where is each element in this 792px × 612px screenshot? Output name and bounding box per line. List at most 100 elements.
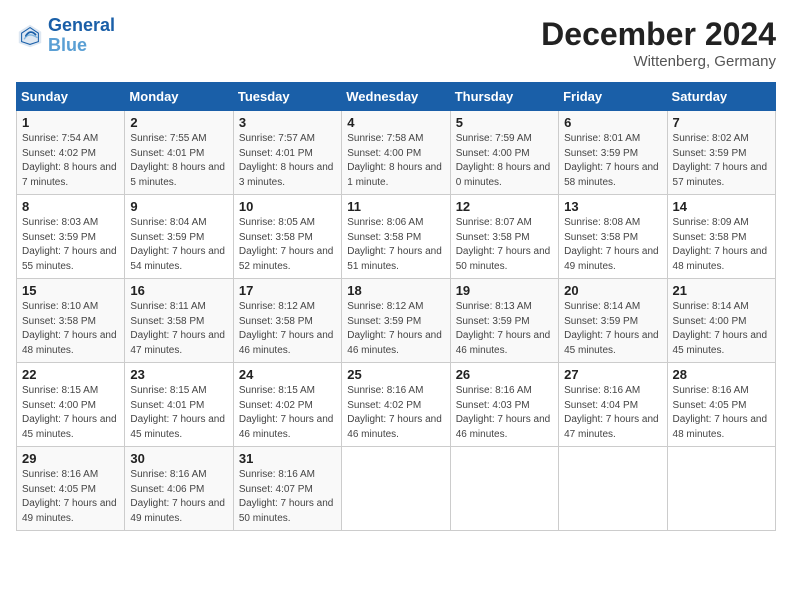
day-detail: Sunrise: 8:15 AMSunset: 4:01 PMDaylight:… xyxy=(130,385,225,440)
logo-text: GeneralBlue xyxy=(48,16,115,56)
calendar-day-cell: 29 Sunrise: 8:16 AMSunset: 4:05 PMDaylig… xyxy=(17,447,125,531)
calendar-day-cell: 2 Sunrise: 7:55 AMSunset: 4:01 PMDayligh… xyxy=(125,111,233,195)
calendar-week-row: 29 Sunrise: 8:16 AMSunset: 4:05 PMDaylig… xyxy=(17,447,776,531)
calendar-day-cell: 26 Sunrise: 8:16 AMSunset: 4:03 PMDaylig… xyxy=(450,363,558,447)
day-detail: Sunrise: 8:16 AMSunset: 4:03 PMDaylight:… xyxy=(456,385,551,440)
day-detail: Sunrise: 7:57 AMSunset: 4:01 PMDaylight:… xyxy=(239,133,334,188)
calendar-day-cell: 16 Sunrise: 8:11 AMSunset: 3:58 PMDaylig… xyxy=(125,279,233,363)
day-detail: Sunrise: 8:16 AMSunset: 4:04 PMDaylight:… xyxy=(564,385,659,440)
calendar-day-cell: 24 Sunrise: 8:15 AMSunset: 4:02 PMDaylig… xyxy=(233,363,341,447)
calendar-week-row: 8 Sunrise: 8:03 AMSunset: 3:59 PMDayligh… xyxy=(17,195,776,279)
day-detail: Sunrise: 8:15 AMSunset: 4:02 PMDaylight:… xyxy=(239,385,334,440)
calendar-day-cell: 1 Sunrise: 7:54 AMSunset: 4:02 PMDayligh… xyxy=(17,111,125,195)
day-detail: Sunrise: 8:15 AMSunset: 4:00 PMDaylight:… xyxy=(22,385,117,440)
day-detail: Sunrise: 8:16 AMSunset: 4:05 PMDaylight:… xyxy=(22,469,117,524)
calendar-day-cell: 31 Sunrise: 8:16 AMSunset: 4:07 PMDaylig… xyxy=(233,447,341,531)
day-number: 28 xyxy=(673,367,770,382)
day-detail: Sunrise: 8:16 AMSunset: 4:07 PMDaylight:… xyxy=(239,469,334,524)
day-detail: Sunrise: 8:14 AMSunset: 4:00 PMDaylight:… xyxy=(673,301,768,356)
logo-icon xyxy=(16,22,44,50)
day-number: 5 xyxy=(456,115,553,130)
day-detail: Sunrise: 7:58 AMSunset: 4:00 PMDaylight:… xyxy=(347,133,442,188)
day-detail: Sunrise: 8:16 AMSunset: 4:05 PMDaylight:… xyxy=(673,385,768,440)
day-number: 2 xyxy=(130,115,227,130)
calendar-day-cell: 9 Sunrise: 8:04 AMSunset: 3:59 PMDayligh… xyxy=(125,195,233,279)
day-number: 24 xyxy=(239,367,336,382)
calendar-day-cell: 4 Sunrise: 7:58 AMSunset: 4:00 PMDayligh… xyxy=(342,111,450,195)
calendar-day-cell: 27 Sunrise: 8:16 AMSunset: 4:04 PMDaylig… xyxy=(559,363,667,447)
weekday-header-sunday: Sunday xyxy=(17,83,125,111)
calendar-day-cell: 8 Sunrise: 8:03 AMSunset: 3:59 PMDayligh… xyxy=(17,195,125,279)
day-detail: Sunrise: 8:02 AMSunset: 3:59 PMDaylight:… xyxy=(673,133,768,188)
day-detail: Sunrise: 8:07 AMSunset: 3:58 PMDaylight:… xyxy=(456,217,551,272)
day-number: 18 xyxy=(347,283,444,298)
day-number: 20 xyxy=(564,283,661,298)
day-detail: Sunrise: 8:06 AMSunset: 3:58 PMDaylight:… xyxy=(347,217,442,272)
day-detail: Sunrise: 8:01 AMSunset: 3:59 PMDaylight:… xyxy=(564,133,659,188)
day-number: 22 xyxy=(22,367,119,382)
calendar-day-cell: 11 Sunrise: 8:06 AMSunset: 3:58 PMDaylig… xyxy=(342,195,450,279)
day-detail: Sunrise: 7:55 AMSunset: 4:01 PMDaylight:… xyxy=(130,133,225,188)
day-number: 30 xyxy=(130,451,227,466)
weekday-header-monday: Monday xyxy=(125,83,233,111)
weekday-header-friday: Friday xyxy=(559,83,667,111)
empty-cell xyxy=(342,447,450,531)
day-detail: Sunrise: 8:16 AMSunset: 4:02 PMDaylight:… xyxy=(347,385,442,440)
calendar-day-cell: 14 Sunrise: 8:09 AMSunset: 3:58 PMDaylig… xyxy=(667,195,775,279)
day-detail: Sunrise: 8:13 AMSunset: 3:59 PMDaylight:… xyxy=(456,301,551,356)
day-number: 11 xyxy=(347,199,444,214)
day-number: 23 xyxy=(130,367,227,382)
day-number: 10 xyxy=(239,199,336,214)
day-number: 3 xyxy=(239,115,336,130)
weekday-header-row: SundayMondayTuesdayWednesdayThursdayFrid… xyxy=(17,83,776,111)
calendar-day-cell: 25 Sunrise: 8:16 AMSunset: 4:02 PMDaylig… xyxy=(342,363,450,447)
day-number: 9 xyxy=(130,199,227,214)
calendar-day-cell: 17 Sunrise: 8:12 AMSunset: 3:58 PMDaylig… xyxy=(233,279,341,363)
calendar-day-cell: 10 Sunrise: 8:05 AMSunset: 3:58 PMDaylig… xyxy=(233,195,341,279)
calendar-day-cell: 28 Sunrise: 8:16 AMSunset: 4:05 PMDaylig… xyxy=(667,363,775,447)
calendar-week-row: 22 Sunrise: 8:15 AMSunset: 4:00 PMDaylig… xyxy=(17,363,776,447)
day-detail: Sunrise: 8:12 AMSunset: 3:58 PMDaylight:… xyxy=(239,301,334,356)
calendar-day-cell: 23 Sunrise: 8:15 AMSunset: 4:01 PMDaylig… xyxy=(125,363,233,447)
calendar-week-row: 15 Sunrise: 8:10 AMSunset: 3:58 PMDaylig… xyxy=(17,279,776,363)
calendar-day-cell: 19 Sunrise: 8:13 AMSunset: 3:59 PMDaylig… xyxy=(450,279,558,363)
day-detail: Sunrise: 8:09 AMSunset: 3:58 PMDaylight:… xyxy=(673,217,768,272)
day-number: 16 xyxy=(130,283,227,298)
title-block: December 2024 Wittenberg, Germany xyxy=(541,16,776,70)
calendar-day-cell: 21 Sunrise: 8:14 AMSunset: 4:00 PMDaylig… xyxy=(667,279,775,363)
day-number: 15 xyxy=(22,283,119,298)
calendar-day-cell: 6 Sunrise: 8:01 AMSunset: 3:59 PMDayligh… xyxy=(559,111,667,195)
day-detail: Sunrise: 8:05 AMSunset: 3:58 PMDaylight:… xyxy=(239,217,334,272)
day-number: 21 xyxy=(673,283,770,298)
day-detail: Sunrise: 8:03 AMSunset: 3:59 PMDaylight:… xyxy=(22,217,117,272)
calendar-day-cell: 5 Sunrise: 7:59 AMSunset: 4:00 PMDayligh… xyxy=(450,111,558,195)
day-number: 1 xyxy=(22,115,119,130)
calendar-day-cell: 22 Sunrise: 8:15 AMSunset: 4:00 PMDaylig… xyxy=(17,363,125,447)
calendar-day-cell: 15 Sunrise: 8:10 AMSunset: 3:58 PMDaylig… xyxy=(17,279,125,363)
empty-cell xyxy=(559,447,667,531)
month-title: December 2024 xyxy=(541,16,776,53)
calendar-week-row: 1 Sunrise: 7:54 AMSunset: 4:02 PMDayligh… xyxy=(17,111,776,195)
day-detail: Sunrise: 8:16 AMSunset: 4:06 PMDaylight:… xyxy=(130,469,225,524)
day-detail: Sunrise: 7:59 AMSunset: 4:00 PMDaylight:… xyxy=(456,133,551,188)
day-detail: Sunrise: 8:12 AMSunset: 3:59 PMDaylight:… xyxy=(347,301,442,356)
day-detail: Sunrise: 8:11 AMSunset: 3:58 PMDaylight:… xyxy=(130,301,225,356)
calendar-day-cell: 30 Sunrise: 8:16 AMSunset: 4:06 PMDaylig… xyxy=(125,447,233,531)
calendar-day-cell: 18 Sunrise: 8:12 AMSunset: 3:59 PMDaylig… xyxy=(342,279,450,363)
day-detail: Sunrise: 8:04 AMSunset: 3:59 PMDaylight:… xyxy=(130,217,225,272)
day-number: 8 xyxy=(22,199,119,214)
calendar-table: SundayMondayTuesdayWednesdayThursdayFrid… xyxy=(16,82,776,531)
calendar-day-cell: 13 Sunrise: 8:08 AMSunset: 3:58 PMDaylig… xyxy=(559,195,667,279)
day-detail: Sunrise: 8:08 AMSunset: 3:58 PMDaylight:… xyxy=(564,217,659,272)
day-number: 25 xyxy=(347,367,444,382)
calendar-day-cell: 20 Sunrise: 8:14 AMSunset: 3:59 PMDaylig… xyxy=(559,279,667,363)
day-number: 7 xyxy=(673,115,770,130)
day-number: 19 xyxy=(456,283,553,298)
weekday-header-thursday: Thursday xyxy=(450,83,558,111)
day-number: 27 xyxy=(564,367,661,382)
day-number: 6 xyxy=(564,115,661,130)
day-number: 17 xyxy=(239,283,336,298)
logo: GeneralBlue xyxy=(16,16,115,56)
page-header: GeneralBlue December 2024 Wittenberg, Ge… xyxy=(16,16,776,70)
empty-cell xyxy=(667,447,775,531)
